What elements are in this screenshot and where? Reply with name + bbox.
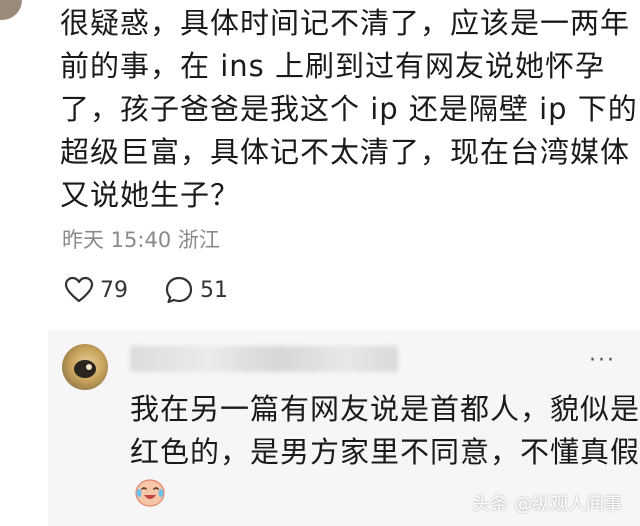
replier-avatar[interactable] xyxy=(62,344,108,390)
comment-line: 超级巨富，具体记不太清了，现在台湾媒体 xyxy=(60,135,631,169)
speech-bubble-icon xyxy=(164,275,194,305)
like-button[interactable]: 79 xyxy=(64,276,128,304)
comment-meta: 昨天 15:40 浙江 xyxy=(62,228,220,252)
reply-line: 红色的，是男方家里不同意，不懂真假 xyxy=(130,435,640,469)
comment-actions: 79 51 xyxy=(64,275,264,305)
commenter-avatar[interactable] xyxy=(0,0,22,20)
watermark: 头条 @纵观人间事 xyxy=(472,494,622,515)
reply-count: 51 xyxy=(200,277,228,303)
heart-icon xyxy=(64,276,94,304)
more-options-icon[interactable]: ··· xyxy=(589,348,616,373)
comment-line: 又说她生子？ xyxy=(60,178,241,212)
replier-name-blurred xyxy=(130,346,398,372)
reply-button[interactable]: 51 xyxy=(164,275,228,305)
comment-line: 前的事，在 ins 上刷到过有网友说她怀孕 xyxy=(60,49,605,83)
comment-line: 很疑惑，具体时间记不清了，应该是一两年 xyxy=(60,6,631,40)
comment-body: 很疑惑，具体时间记不清了，应该是一两年 前的事，在 ins 上刷到过有网友说她怀… xyxy=(60,2,638,217)
comment-line: 了，孩子爸爸是我这个 ip 还是隔壁 ip 下的 xyxy=(60,92,638,126)
crying-laughing-face-icon xyxy=(134,476,166,508)
reply-body: 我在另一篇有网友说是首都人，貌似是 红色的，是男方家里不同意，不懂真假 xyxy=(130,388,640,474)
reply-line: 我在另一篇有网友说是首都人，貌似是 xyxy=(130,392,640,426)
reply-card: ··· 我在另一篇有网友说是首都人，貌似是 红色的，是男方家里不同意，不懂真假 … xyxy=(48,330,640,526)
like-count: 79 xyxy=(100,277,128,303)
